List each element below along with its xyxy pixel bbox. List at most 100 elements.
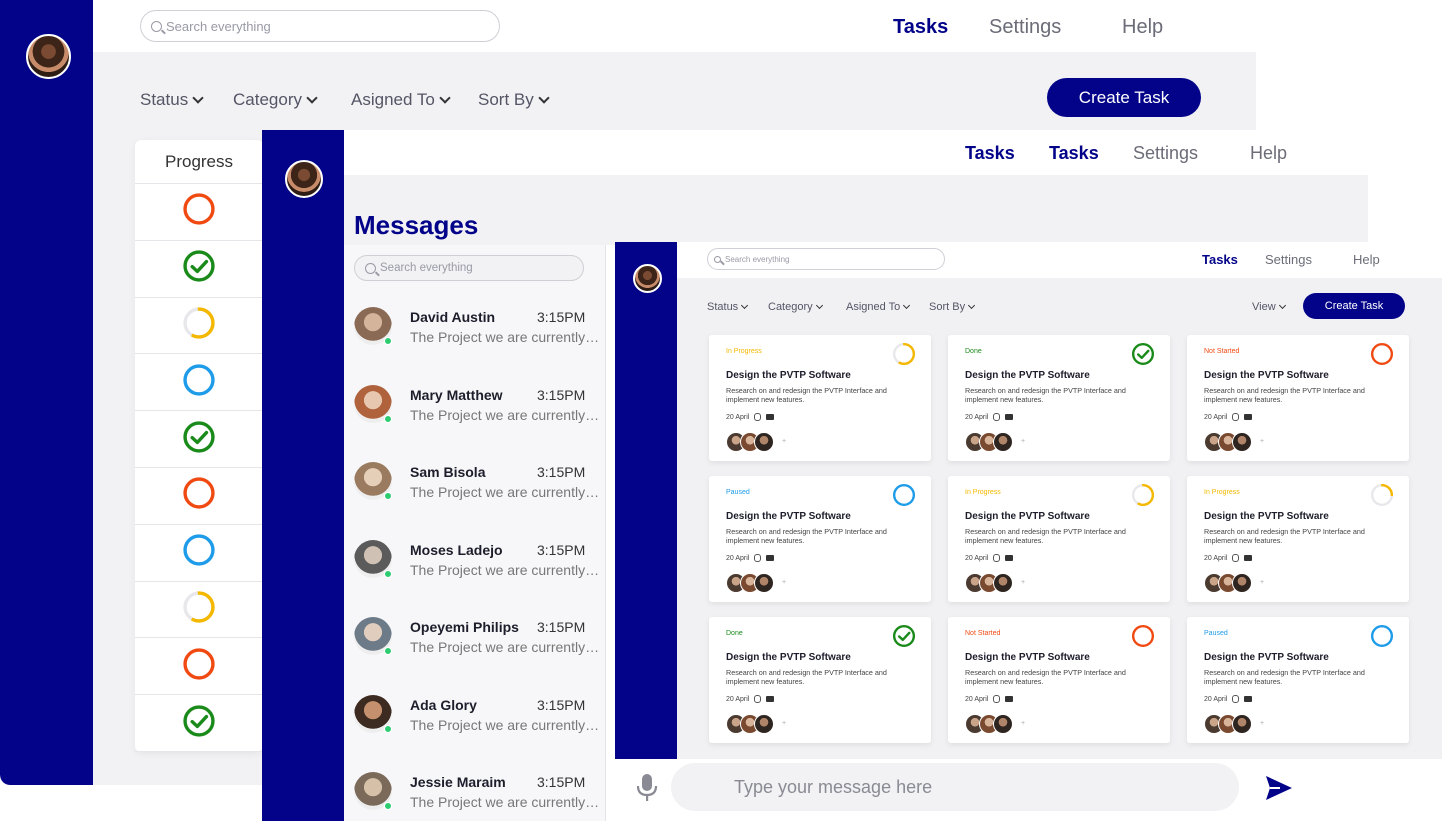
comment-icon[interactable] <box>1005 414 1014 420</box>
done-status-icon[interactable] <box>182 704 216 743</box>
filter-category[interactable]: Category <box>233 90 318 110</box>
nav-help[interactable]: Help <box>1353 252 1380 267</box>
avatar[interactable] <box>633 264 662 293</box>
message-input[interactable]: Type your message here <box>671 763 1239 811</box>
task-card[interactable]: Not Started Design the PVTP Software Resea… <box>948 617 1170 743</box>
paused-status-icon[interactable] <box>182 533 216 572</box>
send-icon[interactable] <box>1265 775 1293 801</box>
task-card[interactable]: Paused Design the PVTP Software Research o… <box>709 476 931 602</box>
not-started-status-icon[interactable] <box>1131 624 1155 653</box>
nav-tasks[interactable]: Tasks <box>1202 252 1238 267</box>
filter-status[interactable]: Status <box>707 301 749 313</box>
nav-tasks[interactable]: Tasks <box>893 16 948 39</box>
not-started-status-icon[interactable] <box>1370 342 1394 371</box>
attachment-icon[interactable] <box>754 413 762 421</box>
message-preview: The Project we are currently working on <box>410 561 600 578</box>
not-started-status-icon[interactable] <box>182 647 216 686</box>
filter-assigned-to[interactable]: Asigned To <box>846 301 911 313</box>
attachment-icon[interactable] <box>993 695 1001 703</box>
more-assignees-icon[interactable]: + <box>782 579 786 586</box>
more-assignees-icon[interactable]: + <box>1021 720 1025 727</box>
in-progress-status-icon[interactable] <box>182 590 216 629</box>
done-status-icon[interactable] <box>1131 342 1155 371</box>
comment-icon[interactable] <box>1244 414 1253 420</box>
filter-status[interactable]: Status <box>140 90 204 110</box>
comment-icon[interactable] <box>766 414 775 420</box>
avatar[interactable] <box>26 34 71 79</box>
online-status-icon <box>384 724 392 733</box>
in-progress-status-icon[interactable] <box>1131 483 1155 512</box>
in-progress-status-icon[interactable] <box>1370 483 1394 512</box>
filter-label: Status <box>140 90 189 109</box>
paused-status-icon[interactable] <box>182 363 216 402</box>
task-card[interactable]: In Progress Design the PVTP Software Resea… <box>948 476 1170 602</box>
filter-sort-by[interactable]: Sort By <box>478 90 550 110</box>
task-card[interactable]: Done Design the PVTP Software Research on … <box>948 335 1170 461</box>
task-status-label: In Progress <box>726 348 762 355</box>
attachment-icon[interactable] <box>754 695 762 703</box>
more-assignees-icon[interactable]: + <box>1260 438 1264 445</box>
attachment-icon[interactable] <box>1232 554 1240 562</box>
nav-settings[interactable]: Settings <box>1133 143 1198 164</box>
search-input[interactable]: Search everything <box>707 248 945 270</box>
nav-settings[interactable]: Settings <box>989 16 1061 39</box>
more-assignees-icon[interactable]: + <box>782 438 786 445</box>
done-status-icon[interactable] <box>182 420 216 459</box>
comment-icon[interactable] <box>766 696 775 702</box>
task-date: 20 April <box>1204 695 1228 703</box>
done-status-icon[interactable] <box>892 624 916 653</box>
comment-icon[interactable] <box>1244 555 1253 561</box>
sender-name: Opeyemi Philips <box>410 619 519 635</box>
more-assignees-icon[interactable]: + <box>1260 579 1264 586</box>
task-card[interactable]: Not Started Design the PVTP Software Resea… <box>1187 335 1409 461</box>
attachment-icon[interactable] <box>1232 695 1240 703</box>
filter-sort-by[interactable]: Sort By <box>929 301 976 313</box>
more-assignees-icon[interactable]: + <box>1260 720 1264 727</box>
nav-help[interactable]: Help <box>1250 143 1287 164</box>
attachment-icon[interactable] <box>1232 413 1240 421</box>
nav-tasks[interactable]: Tasks <box>1049 143 1099 164</box>
view-dropdown[interactable]: View <box>1252 301 1286 313</box>
top-bar: Tasks Tasks Settings Help <box>344 130 1368 175</box>
avatar[interactable] <box>285 160 323 198</box>
done-status-icon[interactable] <box>182 249 216 288</box>
paused-status-icon[interactable] <box>892 483 916 512</box>
task-card[interactable]: Done Design the PVTP Software Research on … <box>709 617 931 743</box>
in-progress-status-icon[interactable] <box>892 342 916 371</box>
attachment-icon[interactable] <box>993 554 1001 562</box>
create-task-button[interactable]: Create Task <box>1047 78 1201 117</box>
task-card[interactable]: Paused Design the PVTP Software Research o… <box>1187 617 1409 743</box>
message-item[interactable]: Mary Matthew 3:15PM The Project we are cur… <box>354 384 604 445</box>
message-item[interactable]: Ada Glory 3:15PM The Project we are curren… <box>354 694 604 755</box>
task-card[interactable]: In Progress Design the PVTP Software Resea… <box>1187 476 1409 602</box>
comment-icon[interactable] <box>1005 555 1014 561</box>
filter-assigned-to[interactable]: Asigned To <box>351 90 451 110</box>
message-item[interactable]: Jessie Maraim 3:15PM The Project we are cu… <box>354 772 604 832</box>
not-started-status-icon[interactable] <box>182 192 216 231</box>
task-card[interactable]: In Progress Design the PVTP Software Resea… <box>709 335 931 461</box>
filter-category[interactable]: Category <box>768 301 823 313</box>
task-title: Design the PVTP Software <box>726 370 851 381</box>
comment-icon[interactable] <box>1005 696 1014 702</box>
attachment-icon[interactable] <box>993 413 1001 421</box>
attachment-icon[interactable] <box>754 554 762 562</box>
comment-icon[interactable] <box>1244 696 1253 702</box>
not-started-status-icon[interactable] <box>182 476 216 515</box>
message-item[interactable]: David Austin 3:15PM The Project we are cur… <box>354 307 604 367</box>
search-input[interactable]: Search everything <box>140 10 500 42</box>
message-item[interactable]: Moses Ladejo 3:15PM The Project we are cur… <box>354 539 604 600</box>
nav-tasks[interactable]: Tasks <box>965 143 1015 164</box>
search-input[interactable]: Search everything <box>354 255 584 281</box>
more-assignees-icon[interactable]: + <box>1021 438 1025 445</box>
nav-settings[interactable]: Settings <box>1265 252 1312 267</box>
create-task-button[interactable]: Create Task <box>1303 293 1405 319</box>
more-assignees-icon[interactable]: + <box>1021 579 1025 586</box>
in-progress-status-icon[interactable] <box>182 306 216 345</box>
microphone-icon[interactable] <box>636 773 658 803</box>
paused-status-icon[interactable] <box>1370 624 1394 653</box>
comment-icon[interactable] <box>766 555 775 561</box>
nav-help[interactable]: Help <box>1122 16 1163 39</box>
message-item[interactable]: Sam Bisola 3:15PM The Project we are curre… <box>354 462 604 522</box>
more-assignees-icon[interactable]: + <box>782 720 786 727</box>
message-item[interactable]: Opeyemi Philips 3:15PM The Project we are … <box>354 617 604 677</box>
